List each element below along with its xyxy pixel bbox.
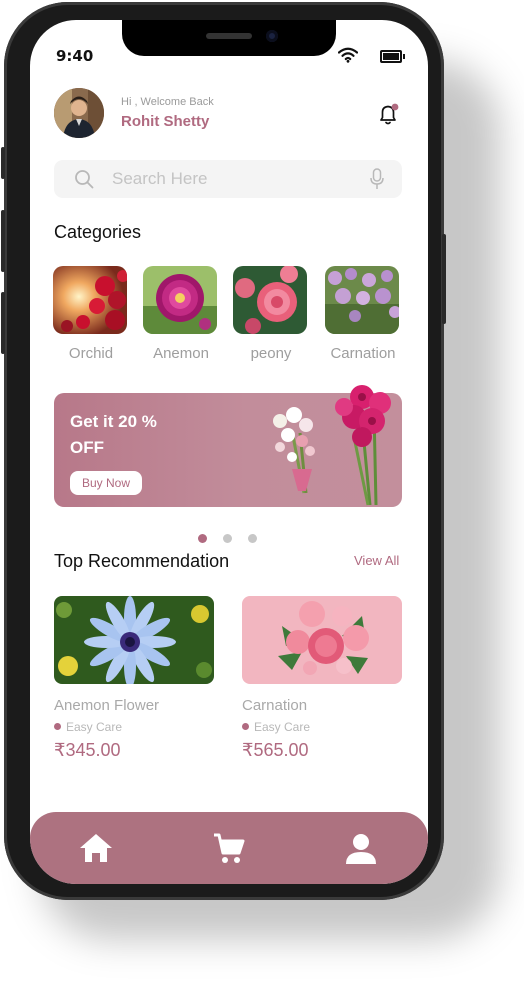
bottom-navigation: [30, 812, 428, 884]
care-bullet: [54, 723, 61, 730]
carousel-dot[interactable]: [223, 534, 232, 543]
view-all-link[interactable]: View All: [354, 553, 399, 568]
care-label: Easy Care: [254, 720, 311, 734]
product-name: Carnation: [242, 697, 308, 714]
microphone-icon[interactable]: [370, 168, 384, 190]
care-badge: Easy Care: [242, 720, 402, 734]
volume-down-button: [1, 292, 5, 354]
app-screen: 9:40 Hi , Welcome Back Rohit Shetty Sear…: [30, 20, 428, 884]
product-price: ₹565.00: [242, 740, 309, 760]
category-label: Anemon: [153, 345, 209, 362]
home-icon[interactable]: [78, 832, 114, 864]
category-item-peony[interactable]: peony: [233, 266, 309, 362]
peony-image: [233, 266, 307, 334]
volume-up-button: [1, 210, 5, 272]
battery-icon: [380, 50, 405, 63]
search-input[interactable]: Search Here: [112, 169, 207, 189]
search-bar[interactable]: Search Here: [54, 160, 402, 198]
care-bullet: [242, 723, 249, 730]
power-button: [442, 234, 446, 324]
profile-icon[interactable]: [344, 832, 378, 866]
anemon-image: [143, 266, 217, 334]
speaker-grille: [206, 33, 252, 39]
category-item-anemon[interactable]: Anemon: [143, 266, 219, 362]
search-icon: [75, 170, 94, 189]
category-label: Carnation: [330, 345, 396, 362]
user-name: Rohit Shetty: [121, 113, 210, 130]
category-label: peony: [250, 345, 292, 362]
care-label: Easy Care: [66, 720, 123, 734]
status-time: 9:40: [56, 47, 94, 65]
buy-now-button[interactable]: Buy Now: [70, 471, 142, 495]
avatar[interactable]: [54, 88, 104, 138]
promo-banner[interactable]: Get it 20 % OFF Buy Now: [54, 385, 402, 507]
greeting-text: Hi , Welcome Back: [121, 96, 214, 108]
carousel-dot-active[interactable]: [198, 534, 207, 543]
silent-switch: [1, 147, 5, 179]
cart-icon[interactable]: [212, 832, 246, 866]
top-recommendation-title: Top Recommendation: [54, 551, 230, 571]
carousel-indicator: [198, 528, 273, 547]
orchid-image: [53, 266, 127, 334]
bell-icon[interactable]: [376, 102, 400, 126]
phone-frame: 9:40 Hi , Welcome Back Rohit Shetty Sear…: [1, 2, 446, 900]
promo-line-2: OFF: [70, 438, 104, 457]
product-name: Anemon Flower: [54, 697, 160, 714]
care-badge: Easy Care: [54, 720, 214, 734]
category-item-orchid[interactable]: Orchid: [53, 266, 129, 362]
promo-text: Get it 20 % OFF: [70, 409, 157, 461]
categories-title: Categories: [54, 222, 142, 242]
anemon-flower-image: [54, 596, 214, 684]
promo-line-1: Get it 20 %: [70, 412, 157, 431]
avatar-photo: [54, 88, 104, 138]
camera-icon: [266, 30, 278, 42]
bouquet-image: [273, 385, 391, 506]
wifi-icon: [338, 47, 358, 63]
product-card-anemon[interactable]: Anemon Flower Easy Care ₹345.00: [54, 596, 214, 761]
product-price: ₹345.00: [54, 740, 121, 760]
carousel-dot[interactable]: [248, 534, 257, 543]
product-card-carnation[interactable]: Carnation Easy Care ₹565.00: [242, 596, 402, 761]
category-label: Orchid: [68, 345, 114, 362]
carnation-image: [325, 266, 399, 334]
notch: [122, 20, 336, 56]
category-item-carnation[interactable]: Carnation: [325, 266, 401, 362]
carnation-flower-image: [242, 596, 402, 684]
